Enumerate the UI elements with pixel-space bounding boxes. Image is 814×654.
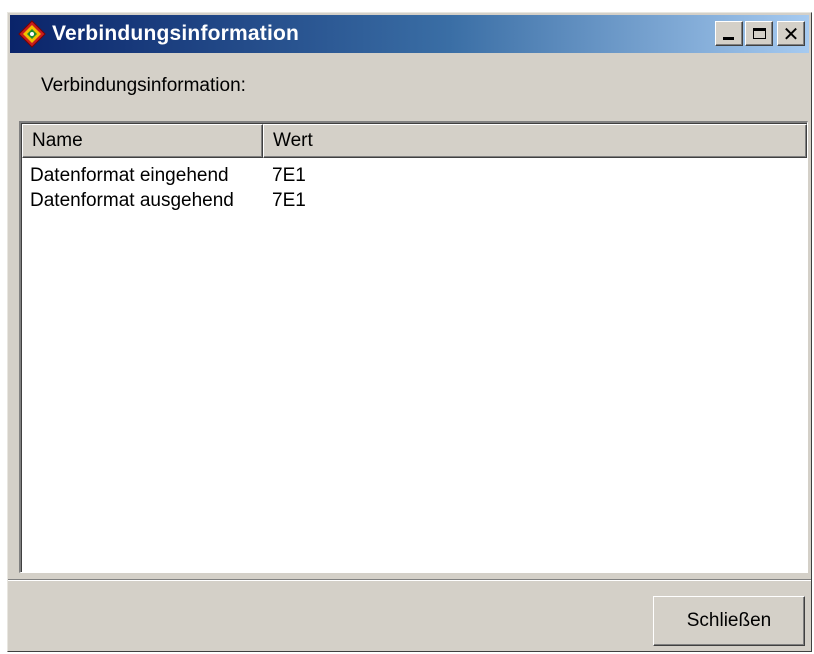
close-window-button[interactable]: ✕ — [777, 21, 805, 46]
connection-info-label: Verbindungsinformation: — [41, 75, 246, 96]
maximize-button[interactable] — [745, 21, 773, 46]
window-title: Verbindungsinformation — [52, 22, 300, 45]
list-body: Datenformat eingehend 7E1 Datenformat au… — [21, 158, 807, 213]
column-header-value[interactable]: Wert — [263, 124, 807, 158]
close-button[interactable]: Schließen — [653, 596, 805, 646]
window-controls: ✕ — [713, 21, 805, 46]
minimize-icon — [723, 37, 734, 40]
row-value: 7E1 — [272, 164, 306, 186]
column-header-name[interactable]: Name — [22, 124, 263, 158]
row-name: Datenformat ausgehend — [30, 189, 234, 211]
title-bar[interactable]: Verbindungsinformation ✕ — [10, 15, 809, 53]
list-item[interactable]: Datenformat ausgehend 7E1 — [21, 188, 807, 213]
maximize-icon — [752, 28, 766, 39]
row-value: 7E1 — [272, 189, 306, 211]
separator — [8, 579, 811, 581]
close-icon: ✕ — [782, 21, 800, 46]
list-item[interactable]: Datenformat eingehend 7E1 — [21, 163, 807, 188]
connection-info-list[interactable]: Name Wert Datenformat eingehend 7E1 Date… — [19, 121, 808, 573]
dialog-window: Verbindungsinformation ✕ Verbindungsinfo… — [7, 12, 812, 652]
minimize-button[interactable] — [715, 21, 743, 46]
app-icon — [18, 20, 46, 48]
list-header: Name Wert — [22, 124, 807, 158]
row-name: Datenformat eingehend — [30, 164, 229, 186]
